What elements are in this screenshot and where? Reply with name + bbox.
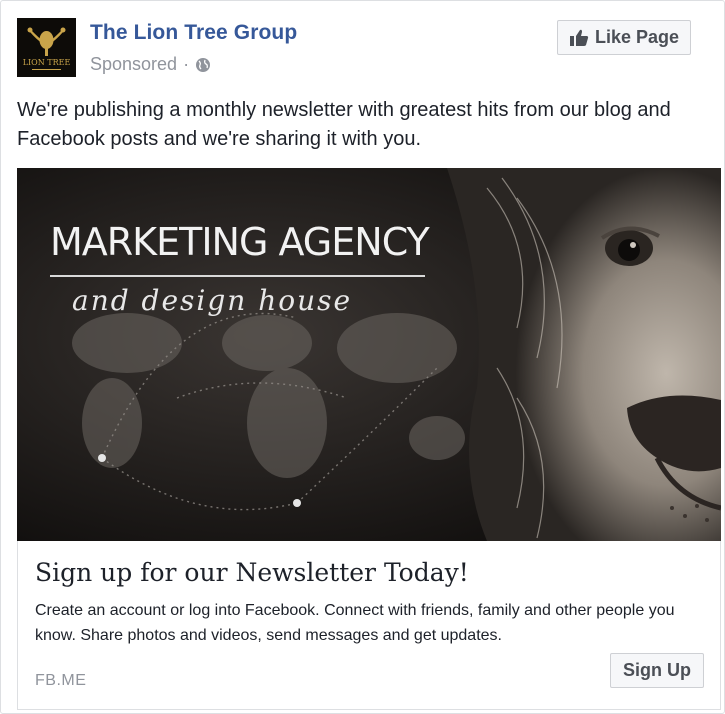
like-page-label: Like Page xyxy=(594,27,680,47)
sponsored-post-card: LION TREE The Lion Tree Group Sponsored … xyxy=(0,0,725,714)
globe-icon[interactable] xyxy=(195,57,211,73)
link-description: Create an account or log into Facebook. … xyxy=(35,602,675,644)
page-avatar[interactable]: LION TREE xyxy=(17,18,76,77)
sponsored-label[interactable]: Sponsored xyxy=(90,54,177,75)
post-meta: Sponsored · xyxy=(90,54,211,75)
thumbs-up-icon xyxy=(569,28,589,48)
sign-up-button[interactable]: Sign Up xyxy=(610,653,704,688)
ad-image-divider xyxy=(50,275,425,277)
like-page-button[interactable]: Like Page xyxy=(557,20,691,55)
page-name-link[interactable]: The Lion Tree Group xyxy=(90,21,297,45)
post-body-text: We're publishing a monthly newsletter wi… xyxy=(17,99,671,150)
ad-image-headline: MARKETING AGENCY xyxy=(50,220,430,264)
ad-image[interactable]: MARKETING AGENCY and design house xyxy=(17,168,721,541)
ad-image-subline: and design house xyxy=(72,284,353,317)
link-title[interactable]: Sign up for our Newsletter Today! xyxy=(35,558,469,587)
link-domain: FB.ME xyxy=(35,672,87,689)
link-preview[interactable]: Sign up for our Newsletter Today! Create… xyxy=(17,541,721,710)
avatar-text: LION TREE xyxy=(23,58,71,67)
meta-separator: · xyxy=(183,54,190,74)
